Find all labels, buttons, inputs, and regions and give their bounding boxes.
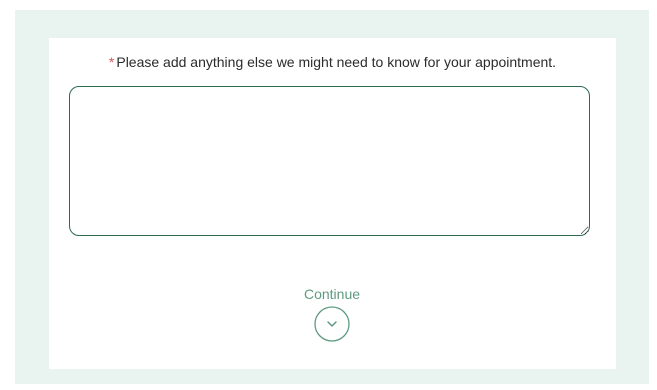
continue-label: Continue (303, 286, 361, 302)
chevron-down-circle-icon[interactable] (314, 306, 350, 342)
question-text: Please add anything else we might need t… (116, 54, 557, 70)
continue-button[interactable]: Continue (282, 285, 382, 347)
appointment-notes-textarea[interactable] (69, 86, 590, 236)
required-asterisk: * (108, 54, 115, 70)
question-label: * Please add anything else we might need … (49, 53, 616, 71)
page-background: * Please add anything else we might need … (15, 10, 649, 384)
question-card: * Please add anything else we might need … (49, 38, 616, 369)
